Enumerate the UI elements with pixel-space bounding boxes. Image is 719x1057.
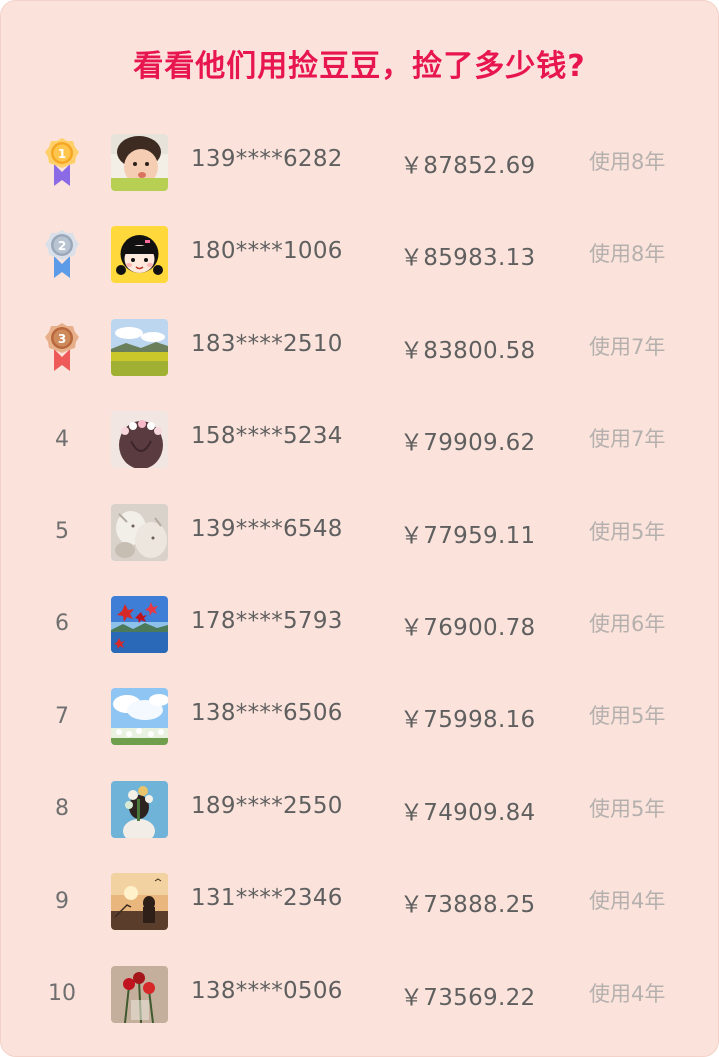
usage-years: 使用7年 <box>589 427 666 452</box>
avatar <box>111 873 168 931</box>
child-photo-avatar <box>111 134 168 191</box>
white-pets-avatar <box>111 503 168 561</box>
phone-number: 189****2550 <box>191 792 343 819</box>
avatar <box>111 688 168 746</box>
rank-badge: 2 <box>41 228 83 280</box>
rank-number: 2 <box>58 239 66 253</box>
usage-years: 使用5年 <box>589 704 666 729</box>
avatar <box>111 318 168 376</box>
leaderboard-row: 9 131****2346 ￥73888.25 使用4年 <box>1 855 718 947</box>
phone-number: 139****6282 <box>191 146 343 172</box>
phone-number: 183****2510 <box>191 330 343 357</box>
rank-badge: 4 <box>41 413 83 465</box>
usage-years: 使用8年 <box>589 150 666 174</box>
avatar <box>111 134 168 191</box>
bronze-medal-icon: 3 <box>45 322 79 371</box>
earned-amount: ￥79909.62 <box>400 430 536 457</box>
rank-badge: 3 <box>41 321 83 373</box>
rank-number: 6 <box>55 611 69 637</box>
phone-number: 178****5793 <box>191 607 343 634</box>
avatar <box>111 226 168 284</box>
avatar <box>111 780 168 838</box>
silver-medal-icon: 2 <box>45 230 79 279</box>
earned-amount: ￥77959.11 <box>400 522 536 549</box>
earned-amount: ￥75998.16 <box>400 707 536 734</box>
usage-years: 使用7年 <box>589 334 666 359</box>
phone-number: 139****6548 <box>191 515 343 542</box>
phone-number: 138****0506 <box>191 977 343 1004</box>
usage-years: 使用8年 <box>589 242 666 267</box>
phone-number: 158****5234 <box>191 423 343 450</box>
avatar <box>111 965 168 1023</box>
rank-number: 3 <box>58 332 66 346</box>
earned-amount: ￥74909.84 <box>400 799 536 826</box>
usage-years: 使用5年 <box>589 519 666 544</box>
flower-crown-hair-avatar <box>111 411 168 469</box>
earned-amount: ￥76900.78 <box>400 614 536 641</box>
avatar <box>111 411 168 469</box>
rank-badge: 10 <box>41 968 83 1020</box>
leaderboard-row: 10 138****0506 ￥73569.22 使用4年 <box>1 948 718 1040</box>
avatar <box>111 595 168 653</box>
phone-number: 131****2346 <box>191 885 343 912</box>
leaderboard-row: 3 183****2510 ￥83800.58 使用7年 <box>1 301 718 393</box>
sunset-silhouette-avatar <box>111 873 168 931</box>
leaderboard-card: 看看他们用捡豆豆，捡了多少钱? 1 139****6282 ￥87852.69 … <box>0 0 719 1057</box>
rank-badge: 7 <box>41 690 83 742</box>
rank-number: 10 <box>48 981 76 1007</box>
rank-badge: 5 <box>41 506 83 558</box>
rank-number: 7 <box>55 703 69 729</box>
gold-medal-icon: 1 <box>45 138 79 186</box>
earned-amount: ￥73569.22 <box>400 984 536 1011</box>
usage-years: 使用4年 <box>589 981 666 1006</box>
usage-years: 使用4年 <box>589 889 666 914</box>
rank-badge: 6 <box>41 598 83 650</box>
usage-years: 使用5年 <box>589 796 666 821</box>
cartoon-girl-avatar <box>111 226 168 284</box>
page-title: 看看他们用捡豆豆，捡了多少钱? <box>133 49 586 84</box>
leaderboard-row: 7 138****6506 ￥75998.16 使用5年 <box>1 670 718 762</box>
leaderboard-row: 8 189****2550 ￥74909.84 使用5年 <box>1 763 718 855</box>
rank-number: 5 <box>55 519 69 545</box>
phone-number: 180****1006 <box>191 238 343 265</box>
earned-amount: ￥87852.69 <box>400 153 536 179</box>
leaderboard-row: 6 178****5793 ￥76900.78 使用6年 <box>1 578 718 670</box>
sky-clouds-avatar <box>111 688 168 746</box>
rank-number: 4 <box>55 426 69 452</box>
flower-field-avatar <box>111 318 168 376</box>
rank-badge: 9 <box>41 875 83 927</box>
leaderboard-list: 1 139****6282 ￥87852.69 使用8年 2 180****10… <box>1 116 718 1040</box>
leaderboard-row: 4 158****5234 ￥79909.62 使用7年 <box>1 393 718 485</box>
leaderboard-row: 5 139****6548 ￥77959.11 使用5年 <box>1 486 718 578</box>
earned-amount: ￥85983.13 <box>400 245 536 272</box>
leaderboard-row: 2 180****1006 ￥85983.13 使用8年 <box>1 208 718 300</box>
leaderboard-row: 1 139****6282 ￥87852.69 使用8年 <box>1 116 718 208</box>
rank-number: 1 <box>58 147 66 161</box>
earned-amount: ￥73888.25 <box>400 892 536 919</box>
rank-number: 8 <box>55 796 69 822</box>
earned-amount: ￥83800.58 <box>400 337 536 364</box>
rank-badge: 1 <box>41 136 83 188</box>
flower-bouquet-avatar <box>111 780 168 838</box>
usage-years: 使用6年 <box>589 611 666 636</box>
rank-badge: 8 <box>41 783 83 835</box>
maple-lake-avatar <box>111 595 168 653</box>
avatar <box>111 503 168 561</box>
rank-number: 9 <box>55 888 69 914</box>
red-roses-avatar <box>111 965 168 1023</box>
phone-number: 138****6506 <box>191 700 343 727</box>
